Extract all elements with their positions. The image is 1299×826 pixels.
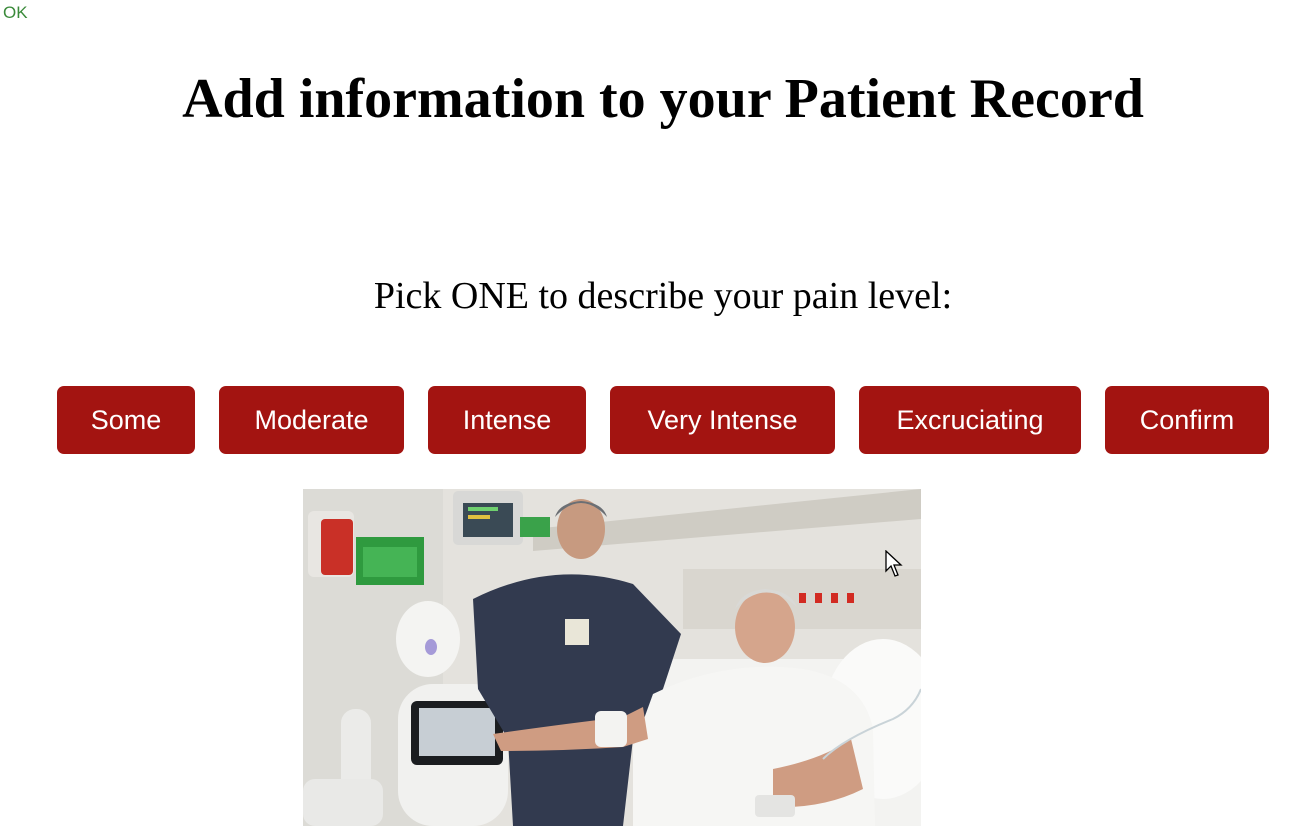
- pain-option-very-intense-button[interactable]: Very Intense: [610, 386, 835, 454]
- confirm-button[interactable]: Confirm: [1105, 386, 1269, 454]
- status-text: OK: [3, 3, 28, 22]
- pain-option-some-button[interactable]: Some: [57, 386, 195, 454]
- hospital-robot-photo: [303, 489, 921, 826]
- pain-option-intense-button[interactable]: Intense: [428, 386, 586, 454]
- pain-level-prompt: Pick ONE to describe your pain level:: [373, 275, 953, 317]
- mouse-cursor-icon: [885, 550, 903, 577]
- page-title: Add information to your Patient Record: [182, 68, 1144, 130]
- pain-option-excruciating-button[interactable]: Excruciating: [859, 386, 1081, 454]
- pain-option-moderate-button[interactable]: Moderate: [219, 386, 404, 454]
